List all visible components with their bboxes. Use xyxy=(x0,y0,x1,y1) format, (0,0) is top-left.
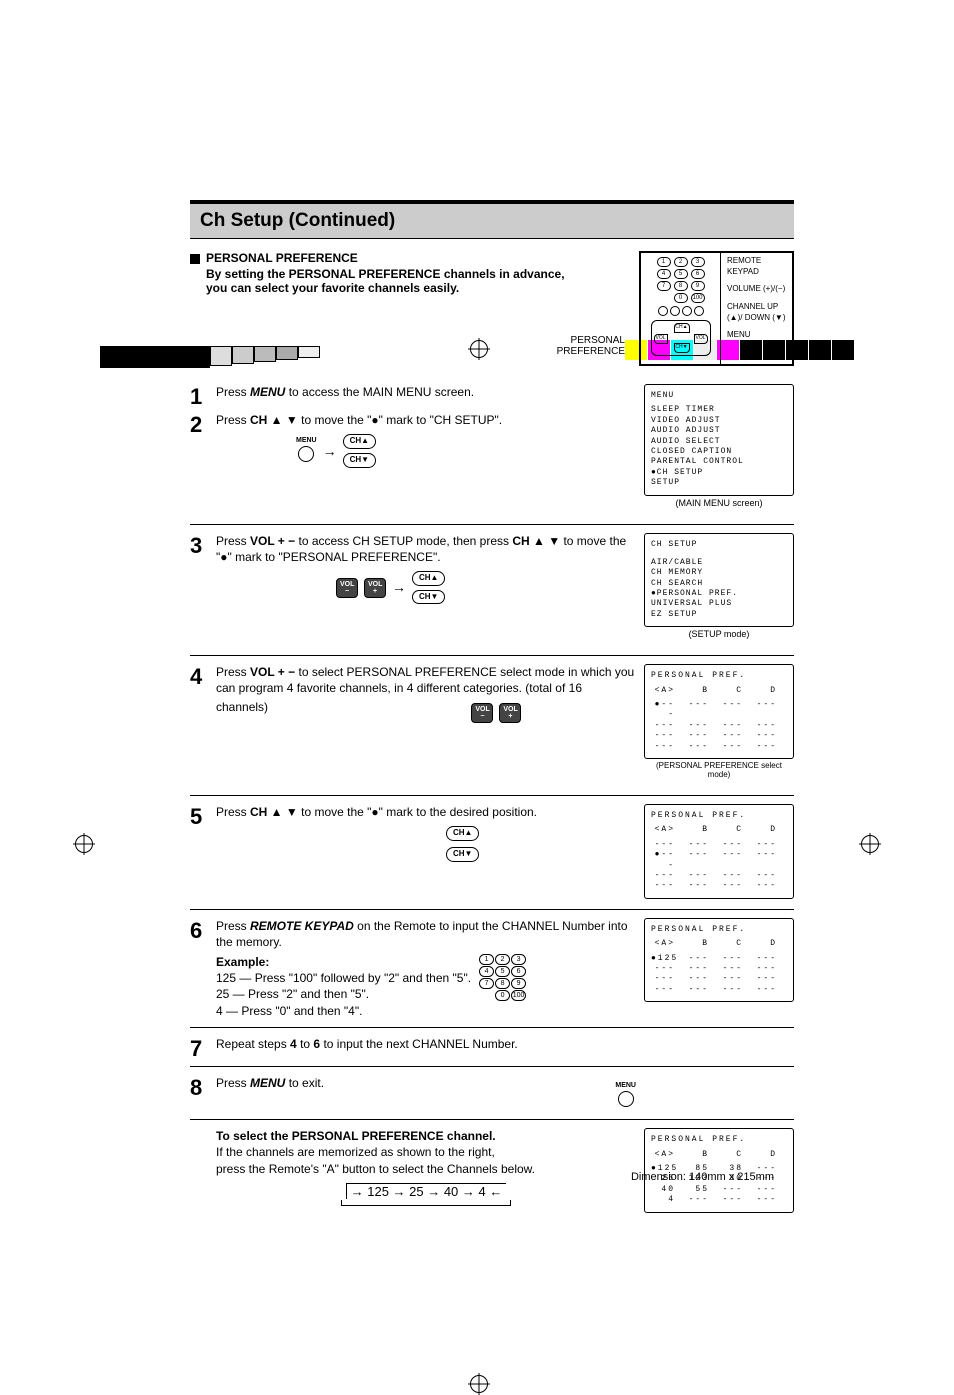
remote-keypad-label: REMOTE KEYPAD xyxy=(727,255,790,277)
osd-caption: (MAIN MENU screen) xyxy=(644,498,794,508)
osd-pref-pos: PERSONAL PREF. <A>BCD ------------ ●----… xyxy=(644,804,794,899)
step-number: 1 xyxy=(190,384,208,410)
step-number: 4 xyxy=(190,664,208,690)
step-number: 5 xyxy=(190,804,208,830)
step-number: 6 xyxy=(190,918,208,944)
remote-diagram: 123 456 789 0100 CH▲CH▼ VOLVOL REMOTE KE… xyxy=(639,251,794,366)
ch-up-button-icon: CH▲ xyxy=(343,434,376,449)
step-text: Press VOL + − to select PERSONAL PREFERE… xyxy=(216,664,636,722)
step-text: Repeat steps 4 to 6 to input the next CH… xyxy=(216,1036,636,1052)
menu-button-icon xyxy=(298,446,314,462)
arrow-right-icon: → xyxy=(392,578,406,597)
channel-cycle-diagram: → 125 → 25 → 40 → 4 ← xyxy=(216,1183,636,1207)
step-text: Press MENU to access the MAIN MENU scree… xyxy=(216,384,636,410)
osd-caption: (SETUP mode) xyxy=(644,629,794,639)
bullet-icon xyxy=(190,254,200,264)
menu-button-icon xyxy=(618,1091,634,1107)
arrow-right-icon: → xyxy=(323,442,337,461)
vol-minus-button-icon: VOL − xyxy=(336,578,358,598)
select-section: To select the PERSONAL PREFERENCE channe… xyxy=(216,1128,636,1206)
ch-down-button-icon: CH▼ xyxy=(343,453,376,468)
vol-plus-button-icon: VOL + xyxy=(364,578,386,598)
step-number: 7 xyxy=(190,1036,208,1062)
step-number: 8 xyxy=(190,1075,208,1101)
keypad-icon: 123 456 789 0100 xyxy=(479,954,526,1002)
nav-pad-icon: CH▲CH▼ VOLVOL xyxy=(651,320,711,356)
step-text: Press MENU to exit. MENU xyxy=(216,1075,636,1111)
page-title: Ch Setup (Continued) xyxy=(190,204,794,239)
osd-main-menu: MENU SLEEP TIMERVIDEO ADJUST AUDIO ADJUS… xyxy=(644,384,794,496)
registration-mark-icon xyxy=(470,1375,488,1393)
section-heading: PERSONAL PREFERENCE xyxy=(206,251,358,265)
step-text: Press CH ▲ ▼ to move the "●" mark to the… xyxy=(216,804,636,862)
registration-mark-icon xyxy=(75,835,93,853)
vol-minus-button-icon: VOL − xyxy=(471,703,493,723)
step-text: Press VOL + − to access CH SETUP mode, t… xyxy=(216,533,636,605)
vol-plus-button-icon: VOL + xyxy=(499,703,521,723)
step-text: Press CH ▲ ▼ to move the "●" mark to "CH… xyxy=(216,412,636,468)
osd-pref-select: PERSONAL PREF. <A>BCD ●------------ ----… xyxy=(644,664,794,759)
osd-setup: CH SETUP AIR/CABLECH MEMORY CH SEARCH●PE… xyxy=(644,533,794,628)
remote-menu-label: MENU xyxy=(727,329,790,340)
osd-caption: (PERSONAL PREFERENCE select mode) xyxy=(644,761,794,779)
page-content: Ch Setup (Continued) PERSONAL PREFERENCE… xyxy=(190,200,794,1223)
ch-up-button-icon: CH▲ xyxy=(412,571,445,586)
osd-pref-input: PERSONAL PREF. <A>BCD ●125--------- ----… xyxy=(644,918,794,1002)
remote-channel-label: CHANNEL UP (▲)/ DOWN (▼) xyxy=(727,301,790,323)
footer-dimension: Dimension: 140mm x 215mm xyxy=(631,1171,774,1183)
step-number: 2 xyxy=(190,412,208,468)
callout-label: PERSONALPREFERENCE xyxy=(190,335,625,357)
ch-down-button-icon: CH▼ xyxy=(412,590,445,605)
remote-volume-label: VOLUME (+)/(−) xyxy=(727,283,790,294)
registration-mark-icon xyxy=(861,835,879,853)
step-text: Press REMOTE KEYPAD on the Remote to inp… xyxy=(216,918,636,1019)
section-description: By setting the PERSONAL PREFERENCE chann… xyxy=(206,267,566,295)
ch-down-button-icon: CH▼ xyxy=(446,847,479,862)
step-number: 3 xyxy=(190,533,208,559)
ch-up-button-icon: CH▲ xyxy=(446,826,479,841)
